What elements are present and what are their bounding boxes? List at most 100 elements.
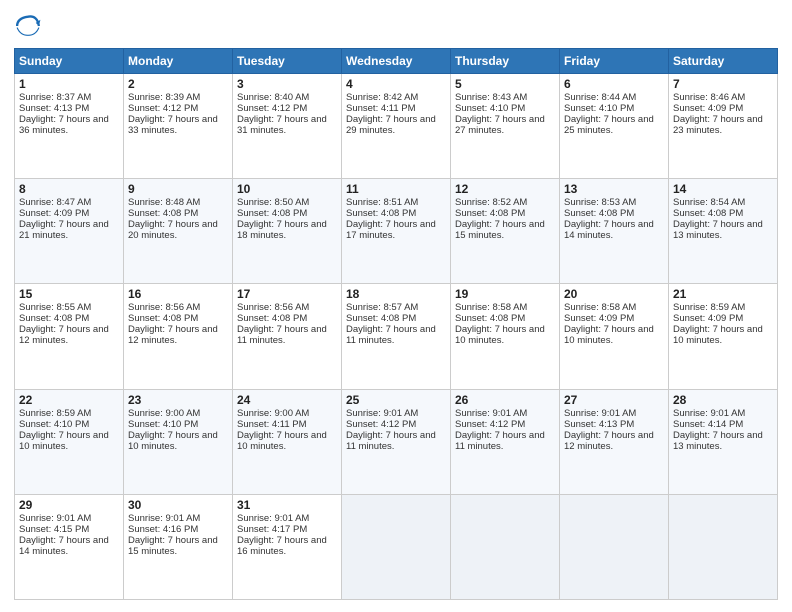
sunrise-label: Sunrise: 8:58 AM bbox=[455, 302, 527, 313]
daylight-label: Daylight: 7 hours and 11 minutes. bbox=[346, 430, 436, 452]
calendar-cell: 22 Sunrise: 8:59 AM Sunset: 4:10 PM Dayl… bbox=[15, 389, 124, 494]
daylight-label: Daylight: 7 hours and 21 minutes. bbox=[19, 219, 109, 241]
calendar-cell: 16 Sunrise: 8:56 AM Sunset: 4:08 PM Dayl… bbox=[124, 284, 233, 389]
calendar-cell: 29 Sunrise: 9:01 AM Sunset: 4:15 PM Dayl… bbox=[15, 494, 124, 599]
daylight-label: Daylight: 7 hours and 14 minutes. bbox=[19, 535, 109, 557]
calendar-cell: 4 Sunrise: 8:42 AM Sunset: 4:11 PM Dayli… bbox=[342, 74, 451, 179]
day-number: 3 bbox=[237, 77, 337, 91]
calendar-cell: 10 Sunrise: 8:50 AM Sunset: 4:08 PM Dayl… bbox=[233, 179, 342, 284]
day-number: 29 bbox=[19, 498, 119, 512]
sunrise-label: Sunrise: 8:48 AM bbox=[128, 197, 200, 208]
sunset-label: Sunset: 4:08 PM bbox=[237, 208, 307, 219]
calendar-cell: 23 Sunrise: 9:00 AM Sunset: 4:10 PM Dayl… bbox=[124, 389, 233, 494]
calendar-cell: 24 Sunrise: 9:00 AM Sunset: 4:11 PM Dayl… bbox=[233, 389, 342, 494]
sunset-label: Sunset: 4:08 PM bbox=[455, 313, 525, 324]
sunrise-label: Sunrise: 9:01 AM bbox=[237, 513, 309, 524]
sunrise-label: Sunrise: 9:01 AM bbox=[455, 408, 527, 419]
sunset-label: Sunset: 4:11 PM bbox=[237, 419, 307, 430]
day-number: 4 bbox=[346, 77, 446, 91]
sunset-label: Sunset: 4:10 PM bbox=[455, 103, 525, 114]
sunset-label: Sunset: 4:14 PM bbox=[673, 419, 743, 430]
calendar-week-row: 29 Sunrise: 9:01 AM Sunset: 4:15 PM Dayl… bbox=[15, 494, 778, 599]
calendar-cell: 30 Sunrise: 9:01 AM Sunset: 4:16 PM Dayl… bbox=[124, 494, 233, 599]
calendar-cell: 9 Sunrise: 8:48 AM Sunset: 4:08 PM Dayli… bbox=[124, 179, 233, 284]
daylight-label: Daylight: 7 hours and 12 minutes. bbox=[19, 324, 109, 346]
daylight-label: Daylight: 7 hours and 13 minutes. bbox=[673, 219, 763, 241]
sunset-label: Sunset: 4:09 PM bbox=[673, 103, 743, 114]
sunset-label: Sunset: 4:13 PM bbox=[564, 419, 634, 430]
day-number: 20 bbox=[564, 287, 664, 301]
day-number: 14 bbox=[673, 182, 773, 196]
sunset-label: Sunset: 4:13 PM bbox=[19, 103, 89, 114]
sunset-label: Sunset: 4:16 PM bbox=[128, 524, 198, 535]
calendar-cell: 15 Sunrise: 8:55 AM Sunset: 4:08 PM Dayl… bbox=[15, 284, 124, 389]
calendar-cell: 11 Sunrise: 8:51 AM Sunset: 4:08 PM Dayl… bbox=[342, 179, 451, 284]
sunrise-label: Sunrise: 9:01 AM bbox=[19, 513, 91, 524]
day-number: 26 bbox=[455, 393, 555, 407]
day-number: 25 bbox=[346, 393, 446, 407]
day-number: 22 bbox=[19, 393, 119, 407]
calendar-cell: 1 Sunrise: 8:37 AM Sunset: 4:13 PM Dayli… bbox=[15, 74, 124, 179]
calendar-cell: 17 Sunrise: 8:56 AM Sunset: 4:08 PM Dayl… bbox=[233, 284, 342, 389]
sunrise-label: Sunrise: 9:01 AM bbox=[673, 408, 745, 419]
daylight-label: Daylight: 7 hours and 10 minutes. bbox=[673, 324, 763, 346]
sunset-label: Sunset: 4:11 PM bbox=[346, 103, 416, 114]
day-number: 7 bbox=[673, 77, 773, 91]
sunset-label: Sunset: 4:08 PM bbox=[346, 313, 416, 324]
sunset-label: Sunset: 4:08 PM bbox=[564, 208, 634, 219]
sunset-label: Sunset: 4:08 PM bbox=[237, 313, 307, 324]
day-number: 23 bbox=[128, 393, 228, 407]
daylight-label: Daylight: 7 hours and 27 minutes. bbox=[455, 114, 545, 136]
daylight-label: Daylight: 7 hours and 31 minutes. bbox=[237, 114, 327, 136]
daylight-label: Daylight: 7 hours and 12 minutes. bbox=[128, 324, 218, 346]
daylight-label: Daylight: 7 hours and 10 minutes. bbox=[237, 430, 327, 452]
sunrise-label: Sunrise: 8:59 AM bbox=[673, 302, 745, 313]
calendar-cell: 19 Sunrise: 8:58 AM Sunset: 4:08 PM Dayl… bbox=[451, 284, 560, 389]
calendar-cell: 8 Sunrise: 8:47 AM Sunset: 4:09 PM Dayli… bbox=[15, 179, 124, 284]
sunrise-label: Sunrise: 8:54 AM bbox=[673, 197, 745, 208]
calendar-cell: 2 Sunrise: 8:39 AM Sunset: 4:12 PM Dayli… bbox=[124, 74, 233, 179]
weekday-header: Thursday bbox=[451, 49, 560, 74]
weekday-header: Wednesday bbox=[342, 49, 451, 74]
sunset-label: Sunset: 4:10 PM bbox=[564, 103, 634, 114]
sunrise-label: Sunrise: 9:01 AM bbox=[564, 408, 636, 419]
day-number: 6 bbox=[564, 77, 664, 91]
day-number: 24 bbox=[237, 393, 337, 407]
sunset-label: Sunset: 4:12 PM bbox=[128, 103, 198, 114]
weekday-header: Tuesday bbox=[233, 49, 342, 74]
calendar-week-row: 8 Sunrise: 8:47 AM Sunset: 4:09 PM Dayli… bbox=[15, 179, 778, 284]
daylight-label: Daylight: 7 hours and 11 minutes. bbox=[346, 324, 436, 346]
calendar-cell: 6 Sunrise: 8:44 AM Sunset: 4:10 PM Dayli… bbox=[560, 74, 669, 179]
day-number: 1 bbox=[19, 77, 119, 91]
calendar-week-row: 22 Sunrise: 8:59 AM Sunset: 4:10 PM Dayl… bbox=[15, 389, 778, 494]
day-number: 21 bbox=[673, 287, 773, 301]
sunset-label: Sunset: 4:08 PM bbox=[128, 208, 198, 219]
daylight-label: Daylight: 7 hours and 10 minutes. bbox=[455, 324, 545, 346]
calendar-week-row: 15 Sunrise: 8:55 AM Sunset: 4:08 PM Dayl… bbox=[15, 284, 778, 389]
daylight-label: Daylight: 7 hours and 17 minutes. bbox=[346, 219, 436, 241]
calendar-cell bbox=[342, 494, 451, 599]
sunrise-label: Sunrise: 8:52 AM bbox=[455, 197, 527, 208]
calendar-cell: 27 Sunrise: 9:01 AM Sunset: 4:13 PM Dayl… bbox=[560, 389, 669, 494]
sunrise-label: Sunrise: 8:50 AM bbox=[237, 197, 309, 208]
day-number: 12 bbox=[455, 182, 555, 196]
daylight-label: Daylight: 7 hours and 16 minutes. bbox=[237, 535, 327, 557]
day-number: 19 bbox=[455, 287, 555, 301]
daylight-label: Daylight: 7 hours and 36 minutes. bbox=[19, 114, 109, 136]
sunset-label: Sunset: 4:12 PM bbox=[455, 419, 525, 430]
sunset-label: Sunset: 4:15 PM bbox=[19, 524, 89, 535]
calendar-cell: 26 Sunrise: 9:01 AM Sunset: 4:12 PM Dayl… bbox=[451, 389, 560, 494]
daylight-label: Daylight: 7 hours and 15 minutes. bbox=[128, 535, 218, 557]
weekday-header: Saturday bbox=[669, 49, 778, 74]
logo bbox=[14, 12, 46, 40]
calendar-cell bbox=[451, 494, 560, 599]
sunrise-label: Sunrise: 8:40 AM bbox=[237, 92, 309, 103]
sunrise-label: Sunrise: 8:46 AM bbox=[673, 92, 745, 103]
day-number: 30 bbox=[128, 498, 228, 512]
sunrise-label: Sunrise: 9:00 AM bbox=[128, 408, 200, 419]
calendar-cell: 12 Sunrise: 8:52 AM Sunset: 4:08 PM Dayl… bbox=[451, 179, 560, 284]
sunrise-label: Sunrise: 8:44 AM bbox=[564, 92, 636, 103]
sunset-label: Sunset: 4:08 PM bbox=[455, 208, 525, 219]
weekday-header-row: SundayMondayTuesdayWednesdayThursdayFrid… bbox=[15, 49, 778, 74]
calendar-cell: 14 Sunrise: 8:54 AM Sunset: 4:08 PM Dayl… bbox=[669, 179, 778, 284]
